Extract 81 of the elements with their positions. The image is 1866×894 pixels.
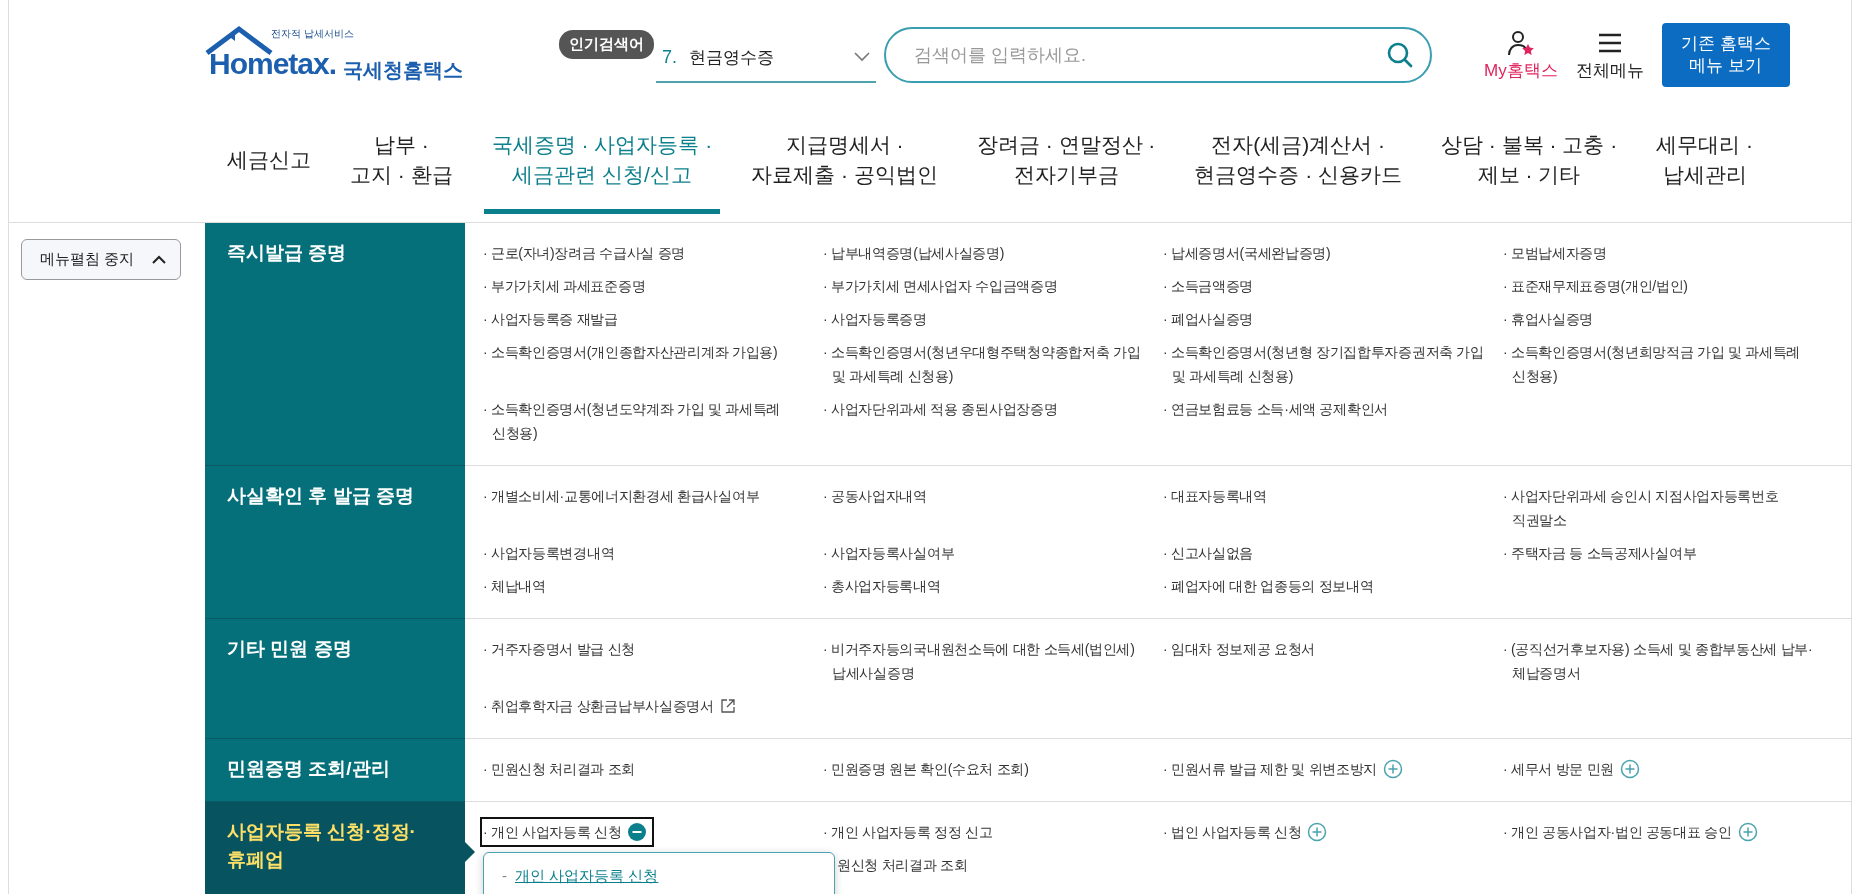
chevron-up-icon xyxy=(152,255,167,264)
menu-link[interactable]: · 주택자금 등 소득공제사실여부 xyxy=(1503,541,1705,565)
menu-link[interactable]: · 사업자등록사실여부 xyxy=(823,541,964,565)
menu-link[interactable]: · 체납내역 xyxy=(483,574,555,598)
search-icon[interactable] xyxy=(1386,41,1414,69)
menu-link[interactable]: · 소득확인증명서(청년도약계좌 가입 및 과세특례 신청용) xyxy=(483,397,823,445)
menu-link[interactable]: · 사업자등록증명 xyxy=(823,307,936,331)
menu-link[interactable]: · 공동사업자내역 xyxy=(823,484,936,508)
menu-link[interactable]: · 개별소비세·교통에너지환경세 환급사실여부 xyxy=(483,484,768,508)
menu-link[interactable]: · 개인 공동사업자·법인 공동대표 승인 xyxy=(1503,820,1766,844)
menu-link[interactable]: · 거주자증명서 발급 신청 xyxy=(483,637,644,661)
menu-link[interactable]: · 법인 사업자등록 신청 xyxy=(1163,820,1336,844)
menu-link[interactable]: · 사업자등록증 재발급 xyxy=(483,307,626,331)
menu-link[interactable]: · 납부내역증명(납세사실증명) xyxy=(823,241,1013,265)
plus-circle-icon[interactable] xyxy=(1383,759,1404,779)
menu-link[interactable]: · 소득확인증명서(청년형 장기집합투자증권저축 가입 및 과세특례 신청용) xyxy=(1163,340,1503,388)
minus-circle-icon[interactable] xyxy=(627,822,648,842)
menu-link[interactable]: · 부가가치세 과세표준증명 xyxy=(483,274,654,298)
menu-link[interactable]: · 모범납세자증명 xyxy=(1503,241,1616,265)
search-field[interactable]: 검색어를 입력하세요. xyxy=(884,27,1432,83)
menu-link[interactable]: · 연금보험료등 소득·세액 공제확인서 xyxy=(1163,397,1396,421)
menu-link[interactable]: · 소득금액증명 xyxy=(1163,274,1263,298)
nav-tab[interactable]: 세무대리 · 납세관리 xyxy=(1648,110,1761,214)
nav-tab[interactable]: 국세증명 · 사업자등록 · 세금관련 신청/신고 xyxy=(483,110,721,214)
category-title[interactable]: 즉시발급 증명 xyxy=(205,223,465,466)
menu-link[interactable]: · 폐업자에 대한 업종등의 정보내역 xyxy=(1163,574,1382,598)
nav-tab[interactable]: 장려금 · 연말정산 · 전자기부금 xyxy=(968,110,1164,214)
menu-link[interactable]: · 부가가치세 면세사업자 수입금액증명 xyxy=(823,274,1066,298)
all-menu-link[interactable]: 전체메뉴 xyxy=(1575,28,1644,82)
menu-link[interactable]: · 표준재무제표증명(개인/법인) xyxy=(1503,274,1696,298)
menu-link[interactable]: · 휴업사실증명 xyxy=(1503,307,1603,331)
menu-link[interactable]: · 소득확인증명서(개인종합자산관리계좌 가입용) xyxy=(483,340,786,364)
nav-tab[interactable]: 세금신고 xyxy=(219,110,319,214)
plus-circle-icon[interactable] xyxy=(1737,822,1758,842)
menu-collapse-button[interactable]: 메뉴펼침 중지 xyxy=(21,239,182,280)
user-star-icon xyxy=(1506,28,1535,57)
plus-circle-icon[interactable] xyxy=(1620,759,1641,779)
logo-brand[interactable]: Hometax. xyxy=(209,47,337,81)
menu-link[interactable]: · 민원서류 발급 제한 및 위변조방지 xyxy=(1163,757,1412,781)
my-hometax-link[interactable]: My홈택스 xyxy=(1484,28,1558,82)
nav-tab[interactable]: 납부 · 고지 · 환급 xyxy=(342,110,461,214)
menu-link[interactable]: · (공직선거후보자용) 소득세 및 종합부동산세 납부·체납증명서 xyxy=(1503,637,1843,685)
menu-link[interactable]: · 임대차 정보제공 요청서 xyxy=(1163,637,1324,661)
menu-link[interactable]: · 대표자등록내역 xyxy=(1163,484,1276,508)
house-roof-icon xyxy=(205,25,273,55)
menu-link[interactable]: · 납세증명서(국세완납증명) xyxy=(1163,241,1339,265)
category-title[interactable]: 사실확인 후 발급 증명 xyxy=(205,466,465,619)
menu-link[interactable]: · 신고사실없음 xyxy=(1163,541,1263,565)
menu-link[interactable]: · 민원증명 원본 확인(수요처 조회) xyxy=(823,757,1037,781)
menu-link[interactable]: · 사업자단위과세 승인시 지점사업자등록번호 직권말소 xyxy=(1503,484,1843,532)
menu-link[interactable]: · 사업자단위과세 적용 종된사업장증명 xyxy=(823,397,1066,421)
popular-search-dropdown[interactable]: 7. 현금영수증 xyxy=(656,37,876,83)
menu-link[interactable]: 원신청 처리결과 조회 xyxy=(837,853,1163,877)
category-title[interactable]: 민원증명 조회/관리 xyxy=(205,739,465,802)
dash-marker: - xyxy=(502,866,507,886)
menu-link[interactable]: · 소득확인증명서(청년우대형주택청약종합저축 가입 및 과세특례 신청용) xyxy=(823,340,1163,388)
chevron-down-icon xyxy=(854,52,870,62)
menu-link[interactable]: · 세무서 방문 민원 xyxy=(1503,757,1649,781)
submenu-link[interactable]: 개인 사업자등록 신청 xyxy=(515,863,659,888)
nav-tab[interactable]: 상담 · 불복 · 고충 · 제보 · 기타 xyxy=(1433,110,1626,214)
nav-tab[interactable]: 전자(세금)계산서 · 현금영수증 · 신용카드 xyxy=(1186,110,1410,214)
menu-link[interactable]: · 취업후학자금 상환금납부사실증명서 xyxy=(483,694,744,718)
menu-link[interactable]: · 근로(자녀)장려금 수급사실 증명 xyxy=(483,241,693,265)
menu-link[interactable]: · 총사업자등록내역 xyxy=(823,574,950,598)
category-title[interactable]: 기타 민원 증명 xyxy=(205,619,465,739)
menu-link[interactable]: · 민원신청 처리결과 조회 xyxy=(483,757,644,781)
plus-circle-icon[interactable] xyxy=(1307,822,1328,842)
logo-name[interactable]: 국세청홈택스 xyxy=(343,57,463,84)
menu-link[interactable]: · 폐업사실증명 xyxy=(1163,307,1263,331)
popular-search-badge: 인기검색어 xyxy=(559,29,654,59)
menu-link[interactable]: · 비거주자등의국내원천소득에 대한 소득세(법인세) 납세사실증명 xyxy=(823,637,1163,685)
classic-menu-button[interactable]: 기존 홈택스 메뉴 보기 xyxy=(1661,23,1790,87)
menu-link[interactable]: · 소득확인증명서(청년희망적금 가입 및 과세특례 신청용) xyxy=(1503,340,1843,388)
logo-tagline: 전자적 납세서비스 xyxy=(271,27,354,41)
menu-link[interactable]: · 사업자등록변경내역 xyxy=(483,541,624,565)
nav-tab[interactable]: 지급명세서 · 자료제출 · 공익법인 xyxy=(743,110,946,214)
category-title[interactable]: 사업자등록 신청·정정· 휴폐업 xyxy=(205,802,465,894)
search-input[interactable]: 검색어를 입력하세요. xyxy=(912,43,1386,67)
menu-link[interactable]: · 개인 사업자등록 정정 신고 xyxy=(823,820,1001,844)
external-link-icon xyxy=(719,698,736,714)
menu-link[interactable]: · 개인 사업자등록 신청 xyxy=(483,820,652,844)
